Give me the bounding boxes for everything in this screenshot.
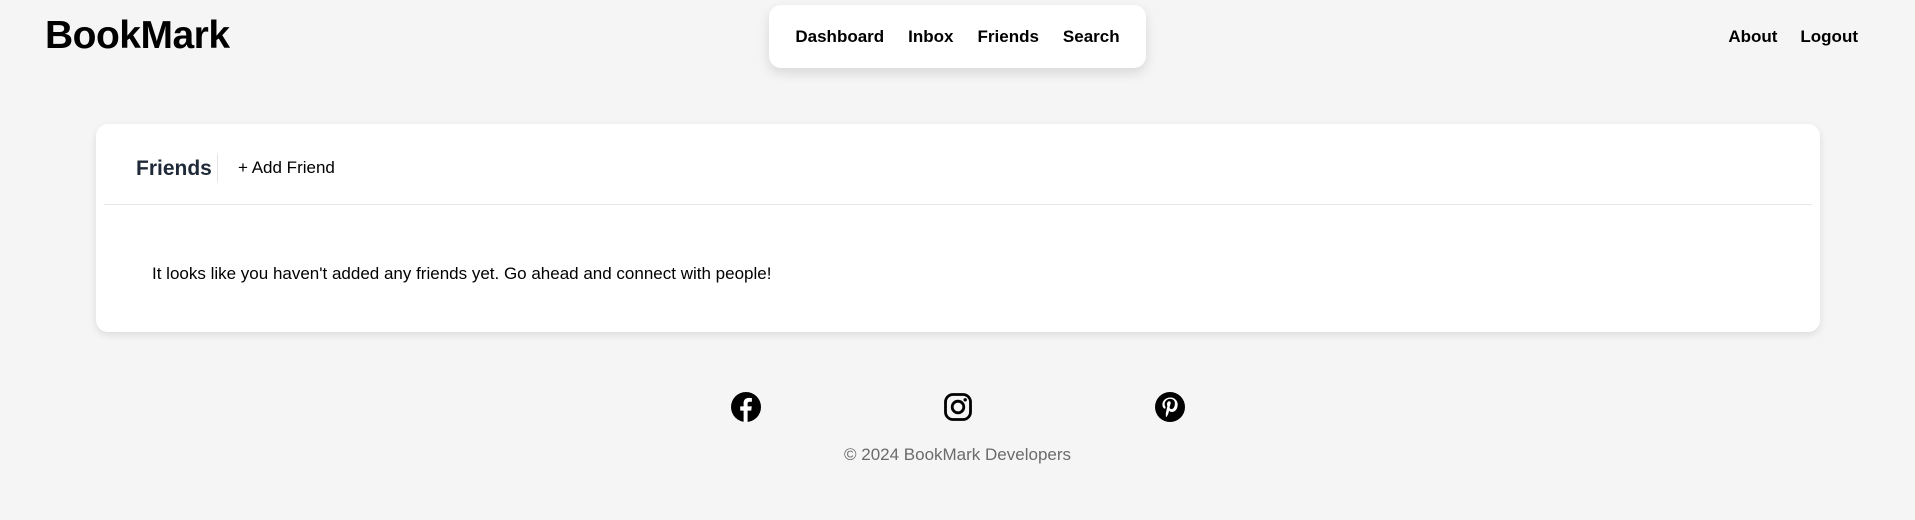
- instagram-icon[interactable]: [942, 391, 974, 423]
- site-logo[interactable]: BookMark: [45, 14, 230, 58]
- add-friend-button[interactable]: + Add Friend: [238, 157, 335, 179]
- friends-card: Friends + Add Friend It looks like you h…: [96, 124, 1820, 332]
- copyright: © 2024 BookMark Developers: [843, 445, 1072, 464]
- nav-friends[interactable]: Friends: [978, 26, 1039, 48]
- nav-search[interactable]: Search: [1063, 26, 1120, 48]
- nav-dashboard[interactable]: Dashboard: [795, 26, 884, 48]
- main-nav: Dashboard Inbox Friends Search: [769, 5, 1146, 68]
- card-divider: [104, 204, 1812, 205]
- friends-title: Friends: [136, 157, 212, 180]
- nav-about[interactable]: About: [1728, 26, 1777, 48]
- nav-inbox[interactable]: Inbox: [908, 26, 953, 48]
- nav-logout[interactable]: Logout: [1800, 26, 1858, 48]
- title-divider: [217, 154, 218, 182]
- empty-friends-message: It looks like you haven't added any frie…: [152, 264, 772, 283]
- page: BookMark Dashboard Inbox Friends Search …: [0, 0, 1915, 520]
- facebook-icon[interactable]: [730, 391, 762, 423]
- pinterest-icon[interactable]: [1154, 391, 1186, 423]
- account-nav: About Logout: [1728, 26, 1858, 48]
- friends-card-header: Friends + Add Friend: [96, 124, 1820, 204]
